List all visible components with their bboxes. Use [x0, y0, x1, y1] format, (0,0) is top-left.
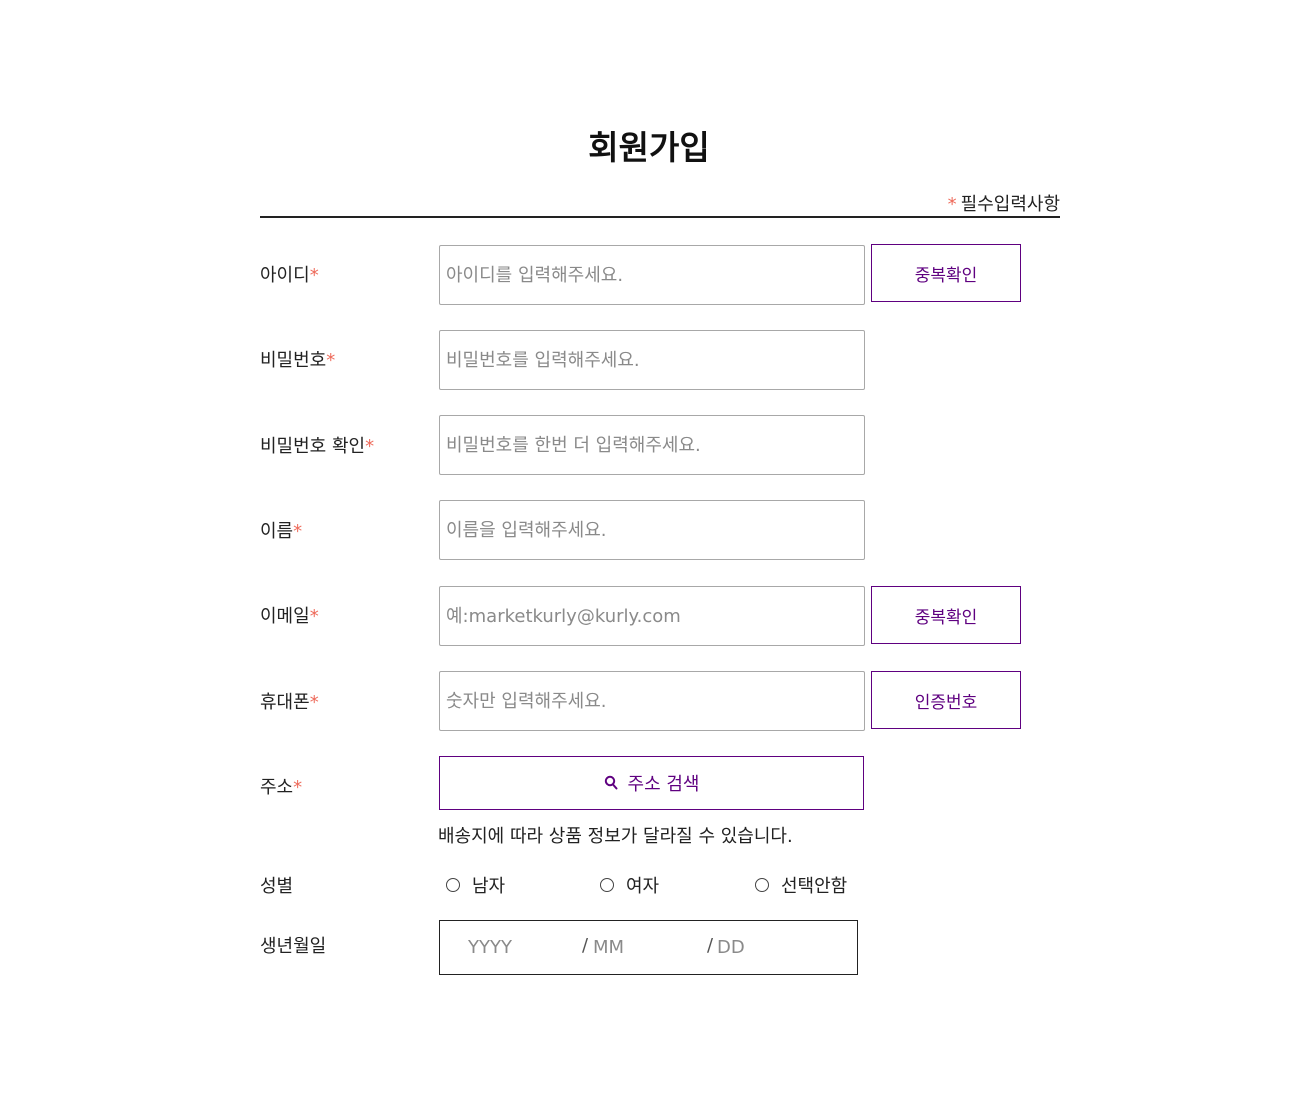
id-label-text: 아이디 [260, 265, 310, 286]
password-confirm-label-text: 비밀번호 확인 [260, 436, 366, 457]
address-helper-text: 배송지에 따라 상품 정보가 달라질 수 있습니다. [438, 826, 793, 847]
birthday-label: 생년월일 [260, 936, 327, 957]
birthday-separator: / [582, 935, 589, 956]
address-label-text: 주소 [260, 777, 294, 798]
password-label: 비밀번호* [260, 346, 335, 372]
phone-input[interactable] [439, 671, 865, 731]
gender-option-none[interactable]: 선택안함 [755, 872, 847, 898]
title-divider [260, 216, 1060, 218]
name-label: 이름* [260, 517, 302, 543]
gender-label: 성별 [260, 876, 294, 897]
required-note: * 필수입력사항 [948, 193, 1060, 217]
name-label-text: 이름 [260, 521, 294, 542]
gender-option-label: 남자 [472, 876, 506, 897]
name-input[interactable] [439, 500, 865, 560]
address-search-button[interactable]: 주소 검색 [439, 756, 864, 810]
password-confirm-input[interactable] [439, 415, 865, 475]
id-input[interactable] [439, 245, 865, 305]
gender-option-female[interactable]: 여자 [600, 872, 659, 898]
email-duplicate-check-button[interactable]: 중복확인 [871, 586, 1021, 644]
required-note-text: 필수입력사항 [960, 194, 1060, 215]
birthday-separator: / [707, 935, 714, 956]
radio-circle-icon[interactable] [600, 878, 614, 892]
birthday-year-input[interactable] [468, 921, 568, 974]
password-required-mark: * [326, 350, 336, 371]
email-label-text: 이메일 [260, 606, 310, 627]
page-title: 회원가입 [588, 128, 710, 167]
radio-circle-icon[interactable] [755, 878, 769, 892]
email-required-mark: * [309, 606, 319, 627]
password-confirm-required-mark: * [365, 436, 375, 457]
phone-verification-button[interactable]: 인증번호 [871, 671, 1021, 729]
search-icon [604, 775, 618, 791]
phone-label-text: 휴대폰 [260, 692, 310, 713]
id-duplicate-check-button[interactable]: 중복확인 [871, 244, 1021, 302]
gender-option-male[interactable]: 남자 [446, 872, 505, 898]
birthday-day-input[interactable] [717, 921, 837, 974]
address-required-mark: * [293, 777, 303, 798]
password-input[interactable] [439, 330, 865, 390]
radio-circle-icon[interactable] [446, 878, 460, 892]
id-required-mark: * [309, 265, 319, 286]
birthday-month-input[interactable] [593, 921, 693, 974]
phone-required-mark: * [309, 692, 319, 713]
name-required-mark: * [293, 521, 303, 542]
password-label-text: 비밀번호 [260, 350, 327, 371]
signup-page: 회원가입 *필수입력사항 아이디* 중복확인 비밀번호* 비밀번호 확인* 이름… [0, 0, 1298, 1100]
email-input[interactable] [439, 586, 865, 646]
password-confirm-label: 비밀번호 확인* [260, 432, 374, 458]
email-label: 이메일* [260, 602, 319, 628]
address-search-label: 주소 검색 [627, 774, 700, 795]
required-note-star: * [947, 194, 957, 215]
gender-option-label: 여자 [626, 876, 660, 897]
id-label: 아이디* [260, 261, 319, 287]
address-label: 주소* [260, 773, 302, 799]
phone-label: 휴대폰* [260, 688, 319, 714]
birthday-input-group: / / [439, 920, 858, 975]
gender-option-label: 선택안함 [781, 876, 848, 897]
